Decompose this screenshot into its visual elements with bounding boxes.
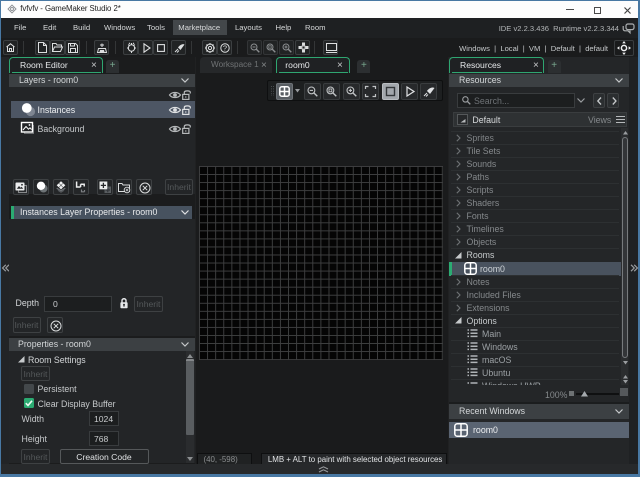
svg-text:?: ? xyxy=(223,44,227,53)
